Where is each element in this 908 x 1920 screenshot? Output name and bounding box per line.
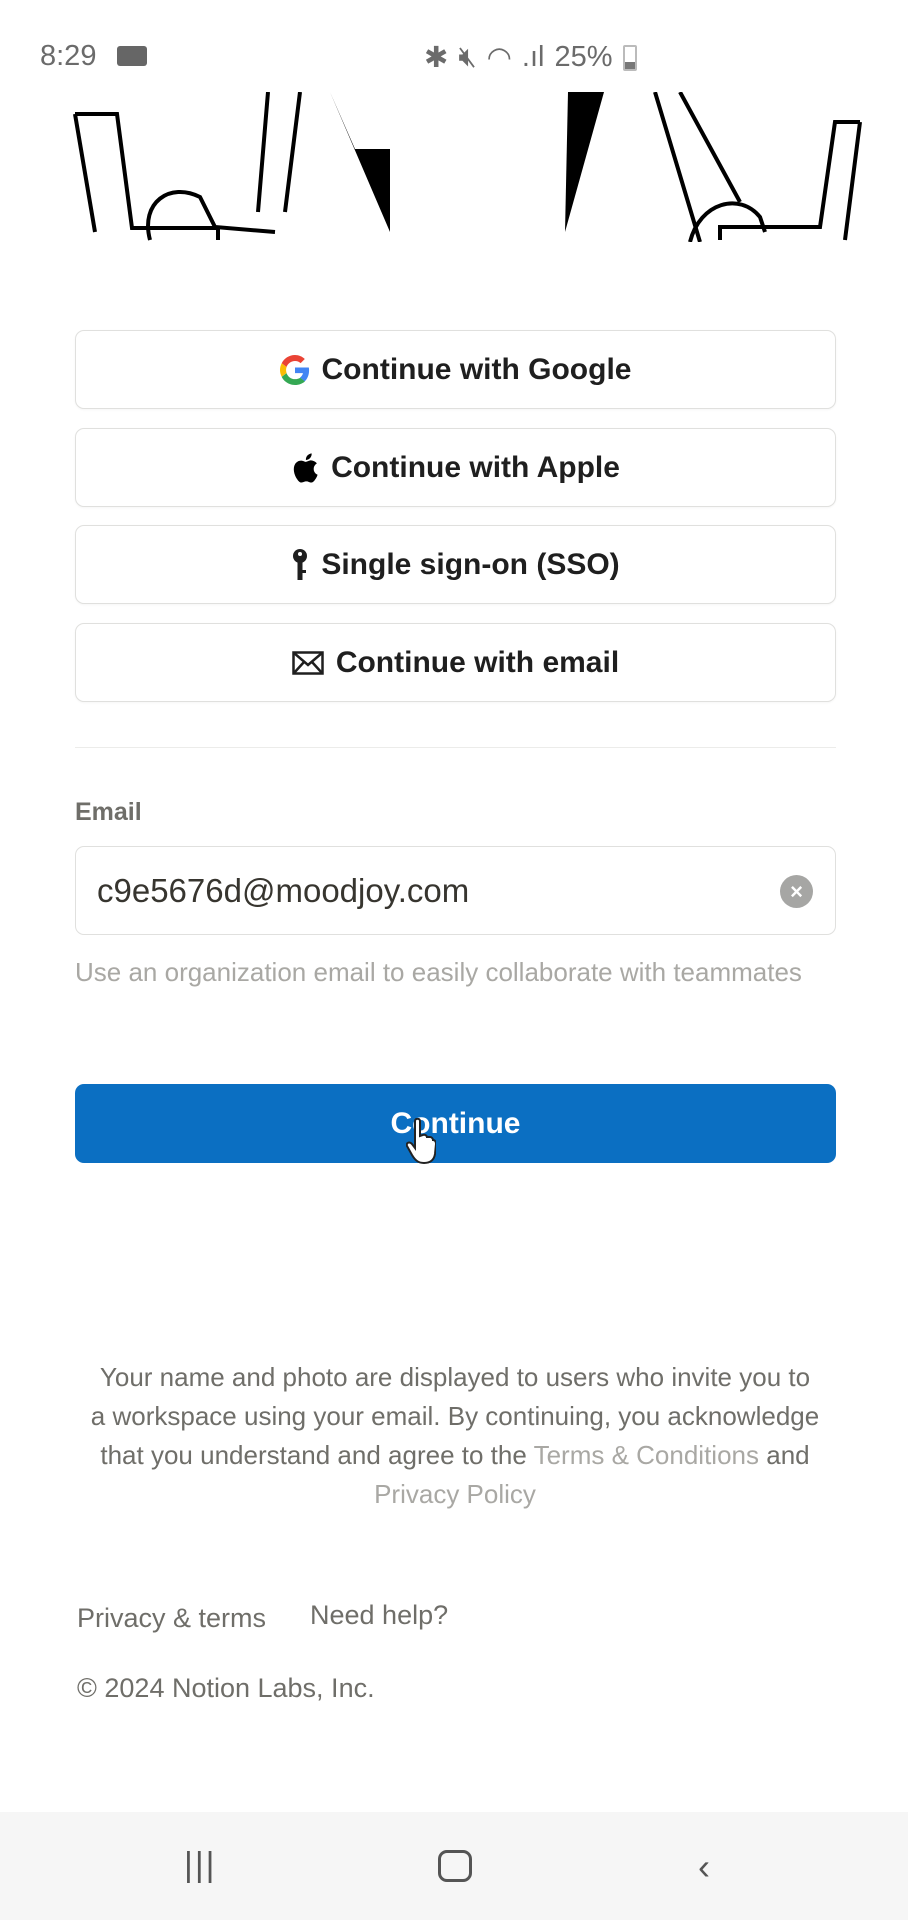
continue-with-google-button[interactable]: Continue with Google	[75, 330, 836, 409]
clear-input-icon[interactable]: ×	[780, 875, 813, 908]
signal-icon: .ıl	[521, 41, 545, 73]
status-time: 8:29	[40, 40, 97, 72]
apple-icon	[291, 452, 319, 484]
mail-icon	[292, 650, 324, 675]
button-label: Single sign-on (SSO)	[321, 547, 620, 581]
bluetooth-icon: ✱	[424, 42, 449, 74]
need-help-link[interactable]: Need help?	[310, 1600, 448, 1631]
email-helper-text: Use an organization email to easily coll…	[75, 957, 802, 987]
email-label: Email	[75, 798, 142, 826]
email-field[interactable]: c9e5676d@moodjoy.com ×	[75, 846, 836, 935]
single-sign-on-button[interactable]: Single sign-on (SSO)	[75, 525, 836, 604]
button-label: Continue with Google	[321, 352, 632, 386]
hand-cursor-icon	[406, 1118, 436, 1164]
legal-text: Your name and photo are displayed to use…	[90, 1358, 820, 1514]
battery-level: 25%	[554, 41, 613, 73]
copyright: © 2024 Notion Labs, Inc.	[77, 1673, 375, 1703]
continue-with-email-button[interactable]: Continue with email	[75, 623, 836, 702]
key-icon	[291, 548, 309, 582]
privacy-terms-link[interactable]: Privacy & terms	[77, 1603, 266, 1634]
wifi-icon: ◠	[486, 42, 512, 74]
privacy-policy-link[interactable]: Privacy Policy	[374, 1479, 536, 1509]
email-value: c9e5676d@moodjoy.com	[97, 871, 470, 909]
battery-icon	[622, 44, 637, 71]
illustration	[73, 92, 862, 242]
video-record-icon	[117, 46, 147, 66]
home-icon[interactable]	[438, 1850, 472, 1882]
continue-button[interactable]: Continue	[75, 1084, 836, 1163]
status-bar: 8:29 ✱ 🔇︎ ◠ .ıl 25%	[0, 0, 908, 90]
google-icon	[279, 354, 310, 385]
button-label: Continue with Apple	[331, 450, 620, 484]
android-nav-bar: ||| ‹	[0, 1812, 908, 1920]
back-icon[interactable]: ‹	[698, 1846, 710, 1888]
button-label: Continue with email	[335, 645, 620, 679]
recent-apps-icon[interactable]: |||	[184, 1846, 217, 1885]
legal-and: and	[766, 1440, 810, 1470]
mute-icon: 🔇︎	[458, 41, 477, 73]
continue-with-apple-button[interactable]: Continue with Apple	[75, 428, 836, 507]
terms-link[interactable]: Terms & Conditions	[534, 1440, 759, 1470]
divider	[75, 747, 836, 748]
